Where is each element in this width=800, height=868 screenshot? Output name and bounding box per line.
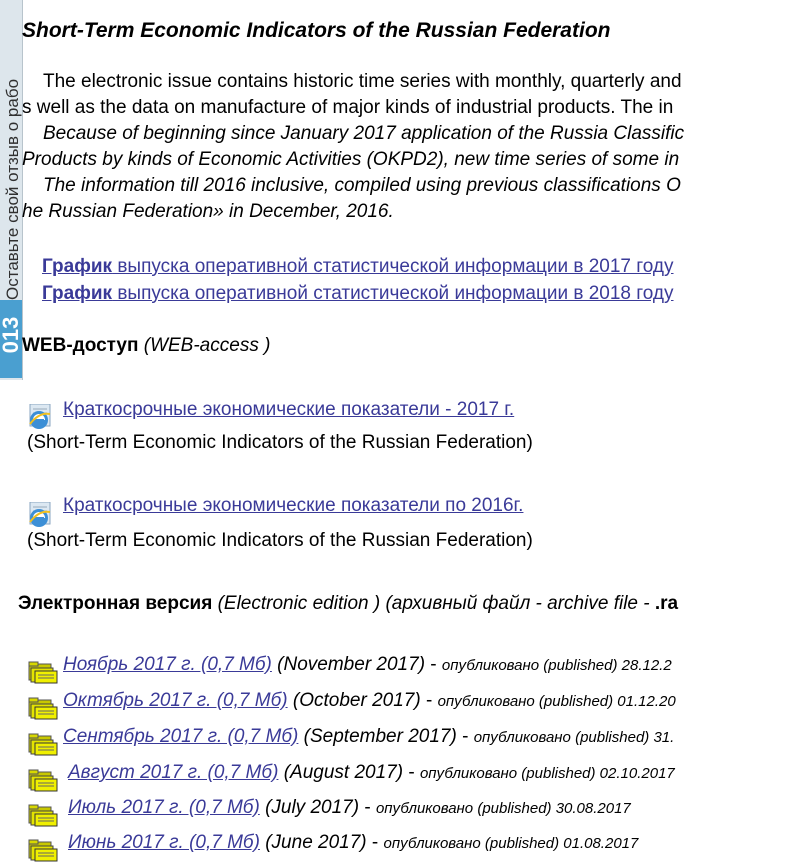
schedule-link-bold: График [42, 256, 113, 277]
archive-published-date: опубликовано (published) 30.08.2017 [375, 800, 631, 817]
archive-folder-icon[interactable] [28, 730, 58, 756]
archive-folder-icon[interactable] [28, 694, 58, 720]
archive-download-link[interactable]: Август 2017 г. (0,7 Мб) [68, 762, 278, 783]
web-link-2017[interactable]: Краткосрочные экономические показатели -… [63, 399, 514, 421]
web-link-2016-subtitle: (Short-Term Economic Indicators of the R… [27, 530, 533, 551]
archive-english-label: (September 2017) [303, 726, 457, 747]
schedule-link-2018[interactable]: График выпуска оперативной статистическо… [42, 283, 674, 305]
intro-line-4: Products by kinds of Economic Activities… [22, 149, 680, 170]
archive-english-label: (August 2017) [283, 762, 404, 783]
archive-download-link[interactable]: Октябрь 2017 г. (0,7 Мб) [63, 690, 288, 711]
archive-english-label: (November 2017) [277, 654, 426, 675]
archive-row: Сентябрь 2017 г. (0,7 Мб) (September 201… [63, 726, 675, 747]
intro-line-6: he Russian Federation» in December, 2016… [22, 201, 394, 222]
archive-row: Ноябрь 2017 г. (0,7 Мб) (November 2017) … [63, 654, 672, 675]
feedback-tab[interactable]: Оставьте свой отзыв о рабо 013 [0, 0, 23, 380]
ie-browser-icon[interactable] [27, 502, 53, 528]
intro-line-1: The electronic issue contains historic t… [43, 71, 682, 92]
archive-row: Июнь 2017 г. (0,7 Мб) (June 2017) - опуб… [68, 832, 639, 853]
archive-folder-icon[interactable] [28, 766, 58, 792]
archive-download-link[interactable]: Июль 2017 г. (0,7 Мб) [68, 797, 260, 818]
archive-published-date: опубликовано (published) 01.12.20 [437, 693, 676, 710]
schedule-link-text: выпуска оперативной статистической инфор… [112, 256, 674, 277]
ie-browser-icon[interactable] [27, 404, 53, 430]
web-section-subtitle: (WEB-access ) [143, 335, 271, 356]
web-section-title: WEB-доступ [22, 335, 139, 356]
archive-published-date: опубликовано (published) 02.10.2017 [419, 765, 675, 782]
electronic-section-heading: Электронная версия (Electronic edition )… [18, 593, 678, 615]
schedule-link-bold: График [42, 283, 113, 304]
archive-published-date: опубликовано (published) 28.12.2 [441, 657, 672, 674]
schedule-link-text: выпуска оперативной статистической инфор… [112, 283, 674, 304]
intro-line-2: s well as the data on manufacture of maj… [22, 97, 674, 118]
archive-row: Октябрь 2017 г. (0,7 Мб) (October 2017) … [63, 690, 676, 711]
page-title: Short-Term Economic Indicators of the Ru… [22, 19, 611, 42]
electronic-section-subtitle: (Electronic edition ) (архивный файл - a… [217, 593, 655, 614]
feedback-badge-text: 013 [0, 316, 23, 354]
schedule-link-2017[interactable]: График выпуска оперативной статистическо… [42, 256, 674, 278]
electronic-section-ext: .ra [654, 593, 679, 614]
archive-row: Июль 2017 г. (0,7 Мб) (July 2017) - опуб… [68, 797, 631, 818]
web-link-2016[interactable]: Краткосрочные экономические показатели п… [63, 495, 523, 517]
archive-published-date: опубликовано (published) 01.08.2017 [383, 835, 639, 852]
archive-published-date: опубликовано (published) 31. [473, 729, 675, 746]
feedback-label[interactable]: Оставьте свой отзыв о рабо [2, 0, 24, 300]
archive-english-label: (June 2017) [265, 832, 367, 853]
feedback-badge[interactable]: 013 [0, 300, 23, 378]
intro-line-5: The information till 2016 inclusive, com… [43, 175, 681, 196]
archive-folder-icon[interactable] [28, 801, 58, 827]
archive-row: Август 2017 г. (0,7 Мб) (August 2017) - … [68, 762, 675, 783]
archive-folder-icon[interactable] [28, 836, 58, 862]
electronic-section-title: Электронная версия [18, 593, 213, 614]
web-section-heading: WEB-доступ (WEB-access ) [22, 335, 270, 357]
archive-download-link[interactable]: Июнь 2017 г. (0,7 Мб) [68, 832, 260, 853]
archive-english-label: (July 2017) [265, 797, 360, 818]
archive-download-link[interactable]: Ноябрь 2017 г. (0,7 Мб) [63, 654, 272, 675]
archive-english-label: (October 2017) [292, 690, 421, 711]
web-link-2017-subtitle: (Short-Term Economic Indicators of the R… [27, 432, 533, 453]
archive-folder-icon[interactable] [28, 658, 58, 684]
intro-line-3: Because of beginning since January 2017 … [43, 123, 685, 144]
archive-download-link[interactable]: Сентябрь 2017 г. (0,7 Мб) [63, 726, 298, 747]
